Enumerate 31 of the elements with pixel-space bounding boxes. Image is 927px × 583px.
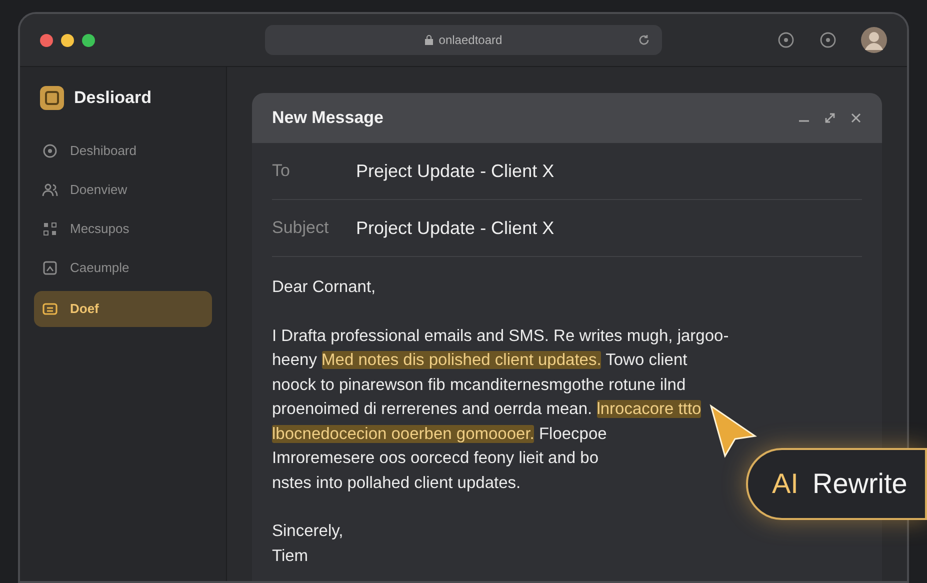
field-label: To xyxy=(272,160,291,182)
sidebar-title: Deslioard xyxy=(74,87,152,109)
sidebar-item[interactable]: Deshiboard xyxy=(34,134,212,166)
expand-icon[interactable] xyxy=(824,112,836,124)
circle-icon[interactable] xyxy=(777,31,795,49)
circle-icon xyxy=(42,142,58,158)
closing-text: Sincerely, xyxy=(272,521,344,542)
cursor-icon xyxy=(708,404,758,458)
address-bar[interactable]: onlaedtoard xyxy=(265,25,662,55)
people-icon xyxy=(42,182,58,198)
signature-text: Tiem xyxy=(272,546,310,566)
address-text: onlaedtoard xyxy=(438,32,502,49)
field-value[interactable]: Preject Update - Client X xyxy=(356,158,554,184)
image-icon xyxy=(42,260,58,276)
grid-icon xyxy=(42,220,58,236)
sidebar-item[interactable]: Caeumple xyxy=(34,252,212,284)
sidebar-item[interactable]: Doenview xyxy=(34,174,212,206)
field-label: Subject xyxy=(272,217,330,240)
greeting-text: Dear Cornant, xyxy=(272,277,377,298)
sidebar-item[interactable]: Doef xyxy=(34,290,212,326)
close-icon[interactable] xyxy=(850,112,862,124)
field-value[interactable]: Project Update - Client X xyxy=(356,214,554,242)
logo-icon xyxy=(40,86,64,110)
card-icon xyxy=(42,300,58,316)
avatar-icon[interactable] xyxy=(861,27,887,53)
reload-icon[interactable] xyxy=(638,34,650,46)
compose-title: New Message xyxy=(272,107,384,130)
ai-rewrite-button[interactable]: AI Rewrite xyxy=(746,448,927,520)
lock-icon xyxy=(424,35,433,45)
sidebar-item[interactable]: Mecsupos xyxy=(34,212,212,244)
circle-icon[interactable] xyxy=(819,31,837,49)
